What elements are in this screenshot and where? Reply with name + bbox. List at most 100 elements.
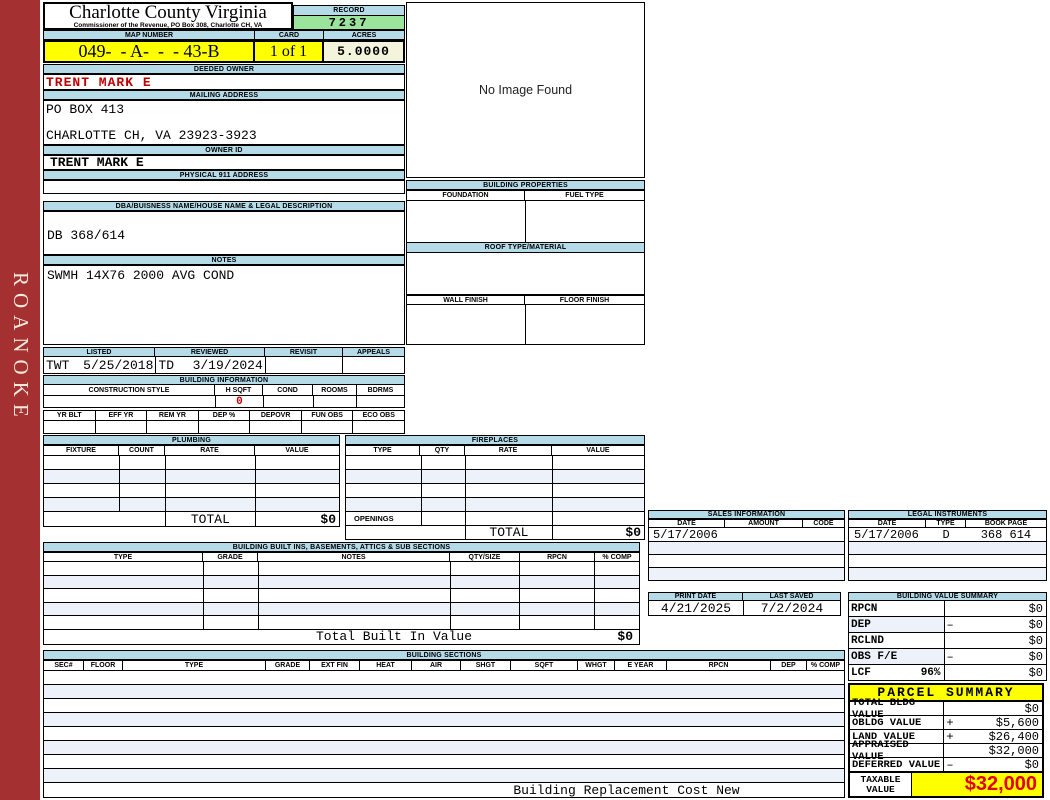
parcel-summary-section: PARCEL SUMMARY TOTAL BLDG VALUE $0 OBLDG… <box>848 683 1044 798</box>
building-information-title: BUILDING INFORMATION <box>43 375 405 385</box>
sidebar-red-strip: ROANOKE <box>0 0 40 800</box>
bdrms-header: BDRMS <box>357 385 405 396</box>
bi-rpcn-header: RPCN <box>520 552 595 562</box>
physical-911-value <box>43 180 405 194</box>
ps-obldg-value: $5,600 <box>995 715 1039 730</box>
bs-heat-header: HEAT <box>360 660 412 671</box>
bs-sqft-header: SQFT <box>511 660 578 671</box>
dates-section: PRINT DATE LAST SAVED 4/21/2025 7/2/2024 <box>648 592 841 616</box>
bs-sec-header: SEC# <box>43 660 84 671</box>
appeals-label: APPEALS <box>343 347 405 357</box>
fireplaces-total-value: $0 <box>551 525 644 540</box>
table-row <box>648 555 845 568</box>
bvs-rpcn-label: RPCN <box>851 602 878 615</box>
sales-information-title: SALES INFORMATION <box>648 510 845 519</box>
ps-obldg-op: + <box>946 715 954 730</box>
table-row <box>43 755 845 769</box>
fireplaces-total-label: TOTAL <box>465 525 551 540</box>
eff-yr-header: EFF YR <box>95 410 148 421</box>
deeded-owner-label: DEEDED OWNER <box>43 64 405 74</box>
ps-total-bldg-label: TOTAL BLDG VALUE <box>850 697 944 721</box>
ps-appraised-op <box>944 744 956 757</box>
built-ins-total-value: $0 <box>617 629 633 645</box>
sidebar-vertical-text: ROANOKE <box>9 272 33 424</box>
building-value-summary-section: BUILDING VALUE SUMMARY RPCN $0 DEP – $0 R… <box>848 592 1047 681</box>
ps-land-op: + <box>946 729 954 744</box>
mailing-address-label: MAILING ADDRESS <box>43 90 405 100</box>
ps-deferred-value: $0 <box>1024 757 1039 772</box>
listed-date: 5/25/2018 <box>83 357 154 373</box>
legal-description-text: DB 368/614 <box>47 228 126 243</box>
notes-label: NOTES <box>43 255 405 265</box>
bvs-rclnd-label: RCLND <box>851 634 885 647</box>
listed-label: LISTED <box>43 347 155 357</box>
dep-pct-header: DEP % <box>198 410 251 421</box>
table-row <box>848 555 1047 568</box>
taxable-value-label: TAXABLE VALUE <box>850 773 912 796</box>
sales-information-section: SALES INFORMATION DATE AMOUNT CODE 5/17/… <box>648 510 845 581</box>
ps-obldg-label: OBLDG VALUE <box>850 716 944 729</box>
built-ins-section: BUILDING BUILT INS, BASEMENTS, ATTICS & … <box>43 542 640 645</box>
h-sqft-header: H SQFT <box>215 385 263 396</box>
record-label: RECORD <box>293 5 405 16</box>
bs-whgt-header: WHGT <box>578 660 615 671</box>
map-number-section: MAP NUMBER CARD ACRES 049- - A- - - 43-B… <box>43 30 405 63</box>
sales-amount-value <box>725 528 802 541</box>
plumbing-title: PLUMBING <box>43 435 340 445</box>
bs-type-header: TYPE <box>123 660 266 671</box>
owner-id-label: OWNER ID <box>43 145 405 155</box>
depovr-header: DEPOVR <box>250 410 302 421</box>
bvs-dep-value: $0 <box>1028 617 1043 632</box>
bs-eyear-header: E YEAR <box>615 660 667 671</box>
built-ins-total-label: Total Built In Value <box>315 629 473 645</box>
eco-obs-header: ECO OBS <box>353 410 406 421</box>
bs-comp-header: % COMP <box>807 660 845 671</box>
taxable-label-line2: VALUE <box>866 783 895 795</box>
listed-by: TWT <box>46 357 70 373</box>
bs-air-header: AIR <box>412 660 461 671</box>
acres-value: 5.0000 <box>324 40 405 63</box>
county-title: Charlotte County Virginia <box>69 2 267 23</box>
foundation-header: FOUNDATION <box>406 190 525 201</box>
bs-extfin-header: EXT FIN <box>310 660 360 671</box>
taxable-value: $32,000 <box>912 773 1042 796</box>
appeals-value <box>342 357 404 373</box>
table-row <box>43 699 845 713</box>
deeded-owner-value: TRENT MARK E <box>43 74 405 90</box>
value-header: VALUE <box>255 445 340 456</box>
table-row <box>43 671 845 685</box>
card-label: CARD <box>255 30 324 40</box>
no-image-placeholder: No Image Found <box>406 2 645 178</box>
table-row <box>848 568 1047 581</box>
bvs-rpcn-value: $0 <box>1028 601 1043 616</box>
table-row <box>43 741 845 755</box>
print-date-value: 4/21/2025 <box>660 600 732 616</box>
legal-description-label: DBA/BUISNESS NAME/HOUSE NAME & LEGAL DES… <box>43 201 405 211</box>
fp-qty-header: QTY <box>420 445 465 456</box>
reviewed-by: TD <box>158 357 174 373</box>
revisit-value <box>264 357 343 373</box>
notes-text: SWMH 14X76 2000 AVG COND <box>47 268 235 283</box>
bi-comp-header: % COMP <box>595 552 640 562</box>
building-properties-section: BUILDING PROPERTIES FOUNDATION FUEL TYPE… <box>406 180 645 345</box>
built-ins-title: BUILDING BUILT INS, BASEMENTS, ATTICS & … <box>43 542 640 552</box>
record-block: RECORD 7237 <box>293 5 405 30</box>
ps-deferred-label: DEFERRED VALUE <box>850 758 944 771</box>
table-row <box>648 568 845 581</box>
bvs-rclnd-value: $0 <box>1028 633 1043 648</box>
li-bookpage-value: 368 614 <box>980 527 1032 542</box>
bvs-obs-label: OBS F/E <box>851 650 898 663</box>
bs-floor-header: FLOOR <box>84 660 123 671</box>
bvs-lcf-label: LCF <box>851 666 871 679</box>
plumbing-total-value: $0 <box>254 512 339 527</box>
roof-type-header: ROOF TYPE/MATERIAL <box>406 243 645 253</box>
mailing-line2: CHARLOTTE CH, VA 23923-3923 <box>46 128 257 143</box>
last-saved-value: 7/2/2024 <box>743 601 840 616</box>
rooms-header: ROOMS <box>313 385 357 396</box>
map-number-label: MAP NUMBER <box>43 30 255 40</box>
building-properties-title: BUILDING PROPERTIES <box>406 180 645 190</box>
table-row <box>43 769 845 783</box>
ps-appraised-label: APPRAISED VALUE <box>850 739 944 763</box>
bvs-obs-op: – <box>946 649 954 664</box>
bvs-obs-value: $0 <box>1028 649 1043 664</box>
